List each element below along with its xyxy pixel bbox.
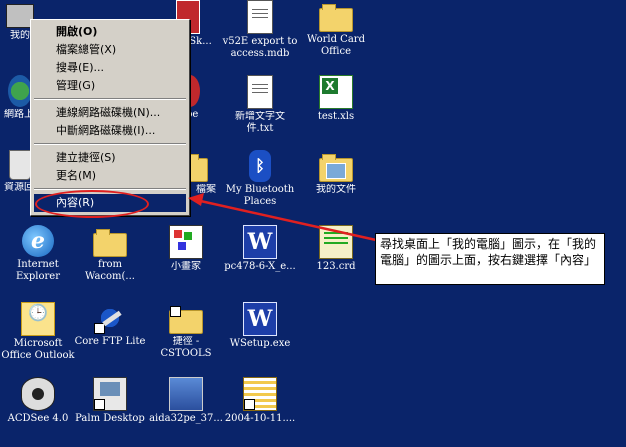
menu-item-open[interactable]: 開啟(O) [34,23,186,41]
menu-separator [34,188,186,190]
word-document-icon: W [243,302,277,336]
my-documents-icon [319,154,353,182]
acdsee-icon [21,377,55,411]
archive-icon [243,377,277,411]
desktop-icon-label: aida32pe_37... [149,413,223,424]
desktop-icon-label: Internet Explorer [15,259,61,282]
menu-item-map-network-drive[interactable]: 連線網路磁碟機(N)... [34,104,186,122]
menu-item-create-shortcut[interactable]: 建立捷徑(S) [34,149,186,167]
network-icon [8,75,32,107]
outlook-icon [21,302,55,336]
menu-separator [34,98,186,100]
menu-item-search[interactable]: 搜尋(E)... [34,59,186,77]
database-icon [247,0,273,34]
menu-item-explorer[interactable]: 檔案總管(X) [34,41,186,59]
desktop-icon-label: v52E export to access.mdb [222,36,298,59]
desktop-icon-core-ftp[interactable]: Core FTP Lite [72,302,148,348]
context-menu: 開啟(O) 檔案總管(X) 搜尋(E)... 管理(G) 連線網路磁碟機(N).… [30,19,190,216]
menu-item-disconnect-network-drive[interactable]: 中斷網路磁碟機(I)... [34,122,186,140]
menu-item-rename[interactable]: 更名(M) [34,167,186,185]
internet-explorer-icon: e [22,225,54,257]
desktop-icon-outlook[interactable]: Microsoft Office Outlook [0,302,76,362]
menu-separator [34,143,186,145]
desktop-icon-ie[interactable]: e Internet Explorer [0,225,76,283]
desktop-icon-acdsee[interactable]: ACDSee 4.0 [0,377,76,425]
desktop-icon-2004-10-11[interactable]: 2004-10-11.... [222,377,298,425]
annotation-note: 尋找桌面上「我的電腦」圖示，在「我的電腦」的圖示上面，按右鍵選擇「內容」 [375,233,605,285]
desktop-icon-label: 捷徑 - CSTOOLS [160,336,212,359]
desktop-icon-label: ACDSee 4.0 [7,413,69,424]
desktop-icon-label: from Wacom(... [85,259,135,282]
aida-icon [169,377,203,411]
desktop-icon-v52e-mdb[interactable]: v52E export to access.mdb [222,0,298,60]
desktop-icon-label: WSetup.exe [229,338,291,349]
desktop-icon-pc478[interactable]: W pc478-6-X_e... [222,225,298,273]
desktop-icon-label: 123.crd [316,261,356,272]
desktop-icon-aida32[interactable]: aida32pe_37... [148,377,224,425]
desktop-icon-label: test.xls [317,111,355,122]
desktop-icon-wsetup[interactable]: W WSetup.exe [222,302,298,350]
desktop-icon-label: Microsoft Office Outlook [1,338,75,361]
paint-icon [169,225,203,259]
desktop-icon-label: 新增文字文 件.txt [235,111,285,134]
desktop-icon-wacom-folder[interactable]: from Wacom(... [72,225,148,283]
desktop-icon-label: World Card Office [307,34,365,57]
crd-icon [319,225,353,259]
desktop-icon-label: 2004-10-11.... [224,413,296,424]
desktop-icon-label: pc478-6-X_e... [224,261,296,272]
desktop-icon-label: 小畫家 [171,261,201,272]
folder-icon [93,229,127,257]
shortcut-folder-icon [169,306,203,334]
desktop-icon-paint[interactable]: 小畫家 [148,225,224,273]
desktop-icon-label: Palm Desktop [75,413,145,424]
desktop-icon-123-crd[interactable]: 123.crd [298,225,374,273]
highlight-ellipse [35,190,149,218]
desktop-icon-palm-desktop[interactable]: Palm Desktop [72,377,148,425]
desktop-icon-label: Core FTP Lite [74,336,146,347]
excel-icon [319,75,353,109]
desktop-icon-test-xls[interactable]: test.xls [298,75,374,123]
ftp-icon [94,302,126,334]
bluetooth-icon: ᛒ [249,150,271,182]
desktop-icon-bluetooth[interactable]: ᛒ My Bluetooth Places [222,150,298,208]
recycle-bin-icon [9,150,31,180]
folder-icon [319,4,353,32]
desktop-icon-world-card[interactable]: World Card Office [298,0,374,58]
menu-item-manage[interactable]: 管理(G) [34,77,186,95]
text-document-icon [247,75,273,109]
desktop-icon-label: My Bluetooth Places [225,184,295,207]
word-document-icon: W [243,225,277,259]
desktop-icon-my-documents[interactable]: 我的文件 [298,150,374,196]
palm-icon [93,377,127,411]
desktop-icon-label: 我的文件 [316,184,356,195]
desktop-icon-new-text[interactable]: 新增文字文 件.txt [222,75,298,135]
desktop-icon-cstools[interactable]: 捷徑 - CSTOOLS [148,302,224,360]
